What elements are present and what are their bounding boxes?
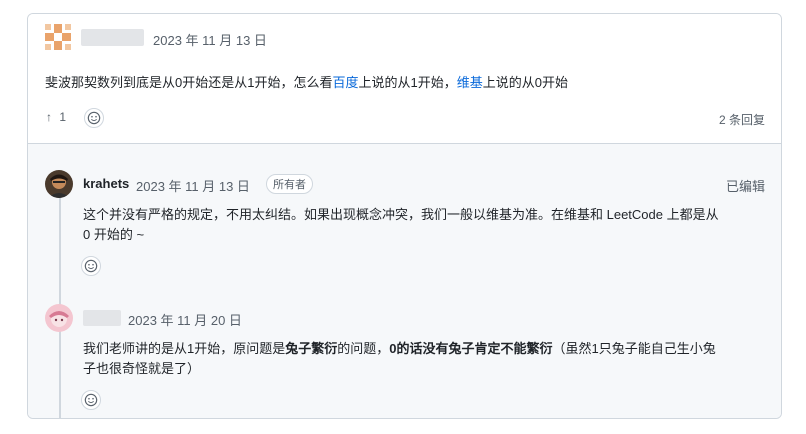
discussion-header: 2023 年 11 月 13 日 斐波那契数列到底是从0开始还是从1开始，怎么看… <box>28 14 781 143</box>
discussion-card: 2023 年 11 月 13 日 斐波那契数列到底是从0开始还是从1开始，怎么看… <box>27 13 782 419</box>
author-avatar[interactable] <box>45 24 71 50</box>
upvote-count: 1 <box>59 110 67 124</box>
reply-body-line-2: 子也很奇怪就是了） <box>83 361 201 376</box>
upvote-button[interactable]: ↑ 1 <box>46 110 66 124</box>
smiley-icon <box>84 259 98 273</box>
reply-text-bold: 兔子繁衍 <box>285 341 338 356</box>
edited-label[interactable]: 已编辑 <box>726 176 765 195</box>
reply-body: 这个并没有严格的规定，不用太纠结。如果出现概念冲突，我们一般以维基为准。在维基和… <box>83 205 773 245</box>
reply-avatar-krahets[interactable] <box>45 170 73 198</box>
add-reaction-button[interactable] <box>81 256 101 276</box>
link-wiki[interactable]: 维基 <box>457 75 483 90</box>
post-date[interactable]: 2023 年 11 月 13 日 <box>153 30 267 49</box>
reply-author-redacted[interactable] <box>83 310 121 326</box>
author-name-redacted[interactable] <box>81 29 144 46</box>
add-reaction-button[interactable] <box>81 390 101 410</box>
reply-text-bold: 0的话没有兔子肯定不能繁衍 <box>389 341 553 356</box>
reply-author[interactable]: krahets <box>83 176 129 191</box>
reply-date[interactable]: 2023 年 11 月 13 日 <box>136 176 250 195</box>
discussion-body: 斐波那契数列到底是从0开始还是从1开始，怎么看百度上说的从1开始，维基上说的从0… <box>45 72 568 91</box>
reply-body: 我们老师讲的是从1开始，原问题是兔子繁衍的问题，0的话没有兔子肯定不能繁衍（虽然… <box>83 339 773 379</box>
reply-text-part: （虽然1只兔子能自己生小兔 <box>552 341 716 356</box>
replies-count[interactable]: 2 条回复 <box>719 111 765 128</box>
reply-text-part: 的问题， <box>337 341 390 356</box>
arrow-up-icon: ↑ <box>46 110 52 124</box>
reply-avatar-2[interactable] <box>45 304 73 332</box>
owner-badge: 所有者 <box>266 174 313 194</box>
replies-section: krahets 2023 年 11 月 13 日 所有者 已编辑 这个并没有严格… <box>28 143 781 418</box>
body-text-2: 上说的从1开始， <box>358 75 457 90</box>
body-text-1: 斐波那契数列到底是从0开始还是从1开始，怎么看 <box>45 75 333 90</box>
add-reaction-button[interactable] <box>84 108 104 128</box>
link-baidu[interactable]: 百度 <box>332 75 358 90</box>
reply-body-line-1: 这个并没有严格的规定，不用太纠结。如果出现概念冲突，我们一般以维基为准。在维基和… <box>83 207 719 222</box>
reply-text-part: 我们老师讲的是从1开始，原问题是 <box>83 341 286 356</box>
reply-body-line-1: 我们老师讲的是从1开始，原问题是兔子繁衍的问题，0的话没有兔子肯定不能繁衍（虽然… <box>83 339 773 359</box>
smiley-icon <box>87 111 101 125</box>
reply-date[interactable]: 2023 年 11 月 20 日 <box>128 310 242 329</box>
thread-line <box>59 183 61 418</box>
body-text-3: 上说的从0开始 <box>482 75 568 90</box>
reply-body-line-2: 0 开始的 ~ <box>83 227 145 242</box>
smiley-icon <box>84 393 98 407</box>
